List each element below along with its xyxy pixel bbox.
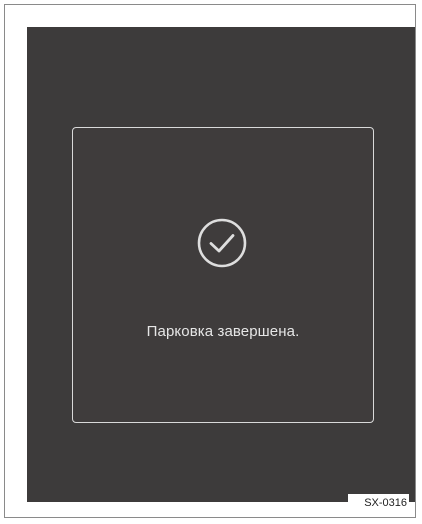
figure-code-label: SX-0316 (348, 494, 409, 511)
figure-frame: Парковка завершена. SX-0316 (4, 4, 416, 518)
parking-complete-dialog: Парковка завершена. (72, 127, 374, 423)
checkmark-circle-icon (196, 217, 248, 269)
display-screen: Парковка завершена. (27, 27, 415, 502)
status-message: Парковка завершена. (146, 323, 300, 340)
